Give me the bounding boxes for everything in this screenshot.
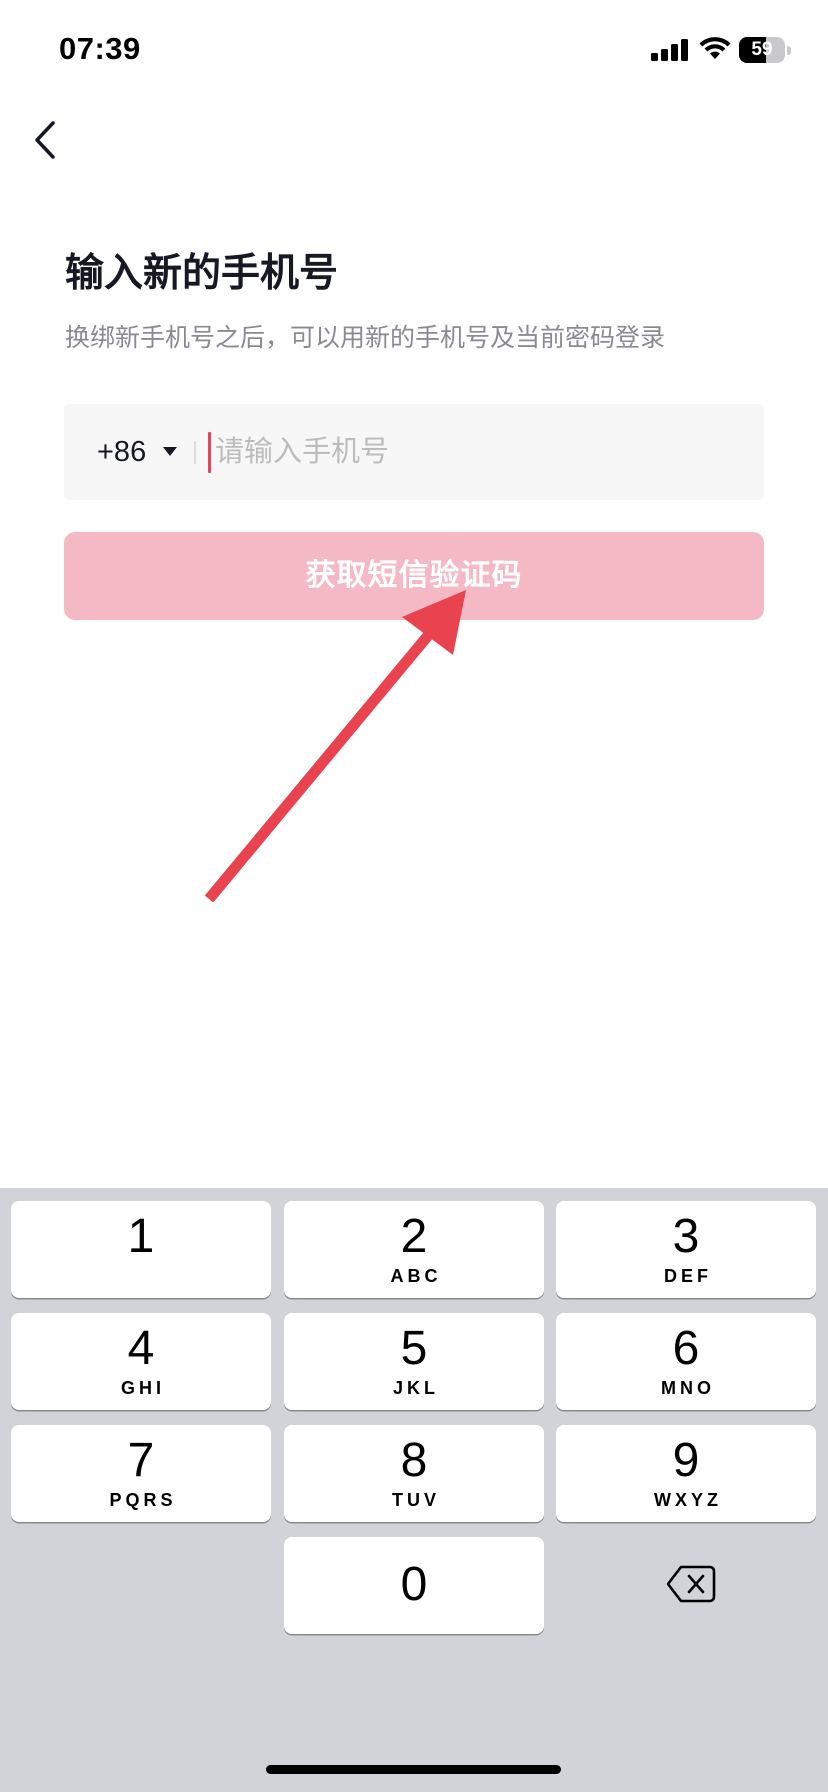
numeric-keyboard: 1 2 ABC 3 DEF 4 GHI 5 JKL 6 MNO 7 PQRS 8…: [0, 1188, 828, 1792]
chevron-left-icon[interactable]: [28, 117, 64, 163]
key-letters: DEF: [664, 1266, 712, 1286]
page-title: 输入新的手机号: [65, 252, 339, 295]
key-digit: 8: [400, 1434, 428, 1487]
key-digit: 0: [400, 1558, 428, 1611]
caret-down-icon[interactable]: [163, 447, 177, 456]
phone-screen: 07:39 59 输入新的手机号 换绑新手机号之后，可以用新的手机号及当前密码登…: [0, 0, 828, 1792]
key-digit: 7: [127, 1434, 155, 1487]
key-2[interactable]: 2 ABC: [284, 1201, 544, 1298]
wifi-icon: [699, 37, 731, 59]
battery-icon: 59: [739, 37, 785, 63]
key-letters: GHI: [120, 1378, 165, 1398]
page-subtitle: 换绑新手机号之后，可以用新的手机号及当前密码登录: [65, 324, 666, 352]
delete-key[interactable]: [556, 1537, 816, 1634]
key-6[interactable]: 6 MNO: [556, 1313, 816, 1410]
home-indicator[interactable]: [266, 1765, 561, 1774]
key-3[interactable]: 3 DEF: [556, 1201, 816, 1298]
phone-number-field[interactable]: +86: [64, 404, 764, 500]
field-divider: [194, 441, 196, 464]
key-digit: 9: [672, 1434, 700, 1487]
key-letters: ABC: [390, 1266, 442, 1286]
key-digit: 5: [400, 1322, 428, 1375]
key-letters: JKL: [392, 1378, 439, 1398]
key-digit: 2: [400, 1210, 428, 1263]
battery-level: 59: [751, 39, 773, 60]
country-code-selector[interactable]: +86: [97, 404, 146, 500]
key-digit: 3: [672, 1210, 700, 1263]
red-arrow-pointer-icon: [204, 590, 466, 903]
key-digit: 6: [672, 1322, 700, 1375]
key-9[interactable]: 9 WXYZ: [556, 1425, 816, 1522]
key-7[interactable]: 7 PQRS: [11, 1425, 271, 1522]
key-8[interactable]: 8 TUV: [284, 1425, 544, 1522]
key-letters: MNO: [661, 1378, 715, 1398]
key-digit: 4: [127, 1322, 155, 1375]
battery-cap: [787, 46, 791, 55]
key-4[interactable]: 4 GHI: [11, 1313, 271, 1410]
key-1[interactable]: 1: [11, 1201, 271, 1298]
backspace-icon: [666, 1565, 716, 1603]
text-cursor: [208, 432, 211, 473]
key-5[interactable]: 5 JKL: [284, 1313, 544, 1410]
key-letters: TUV: [392, 1490, 440, 1510]
key-letters: PQRS: [109, 1490, 177, 1510]
key-letters: WXYZ: [654, 1490, 722, 1510]
key-digit: 1: [127, 1210, 155, 1263]
phone-number-input[interactable]: [215, 404, 735, 500]
status-time: 07:39: [59, 31, 141, 66]
cellular-signal-icon: [651, 39, 688, 61]
key-0[interactable]: 0: [284, 1537, 544, 1634]
